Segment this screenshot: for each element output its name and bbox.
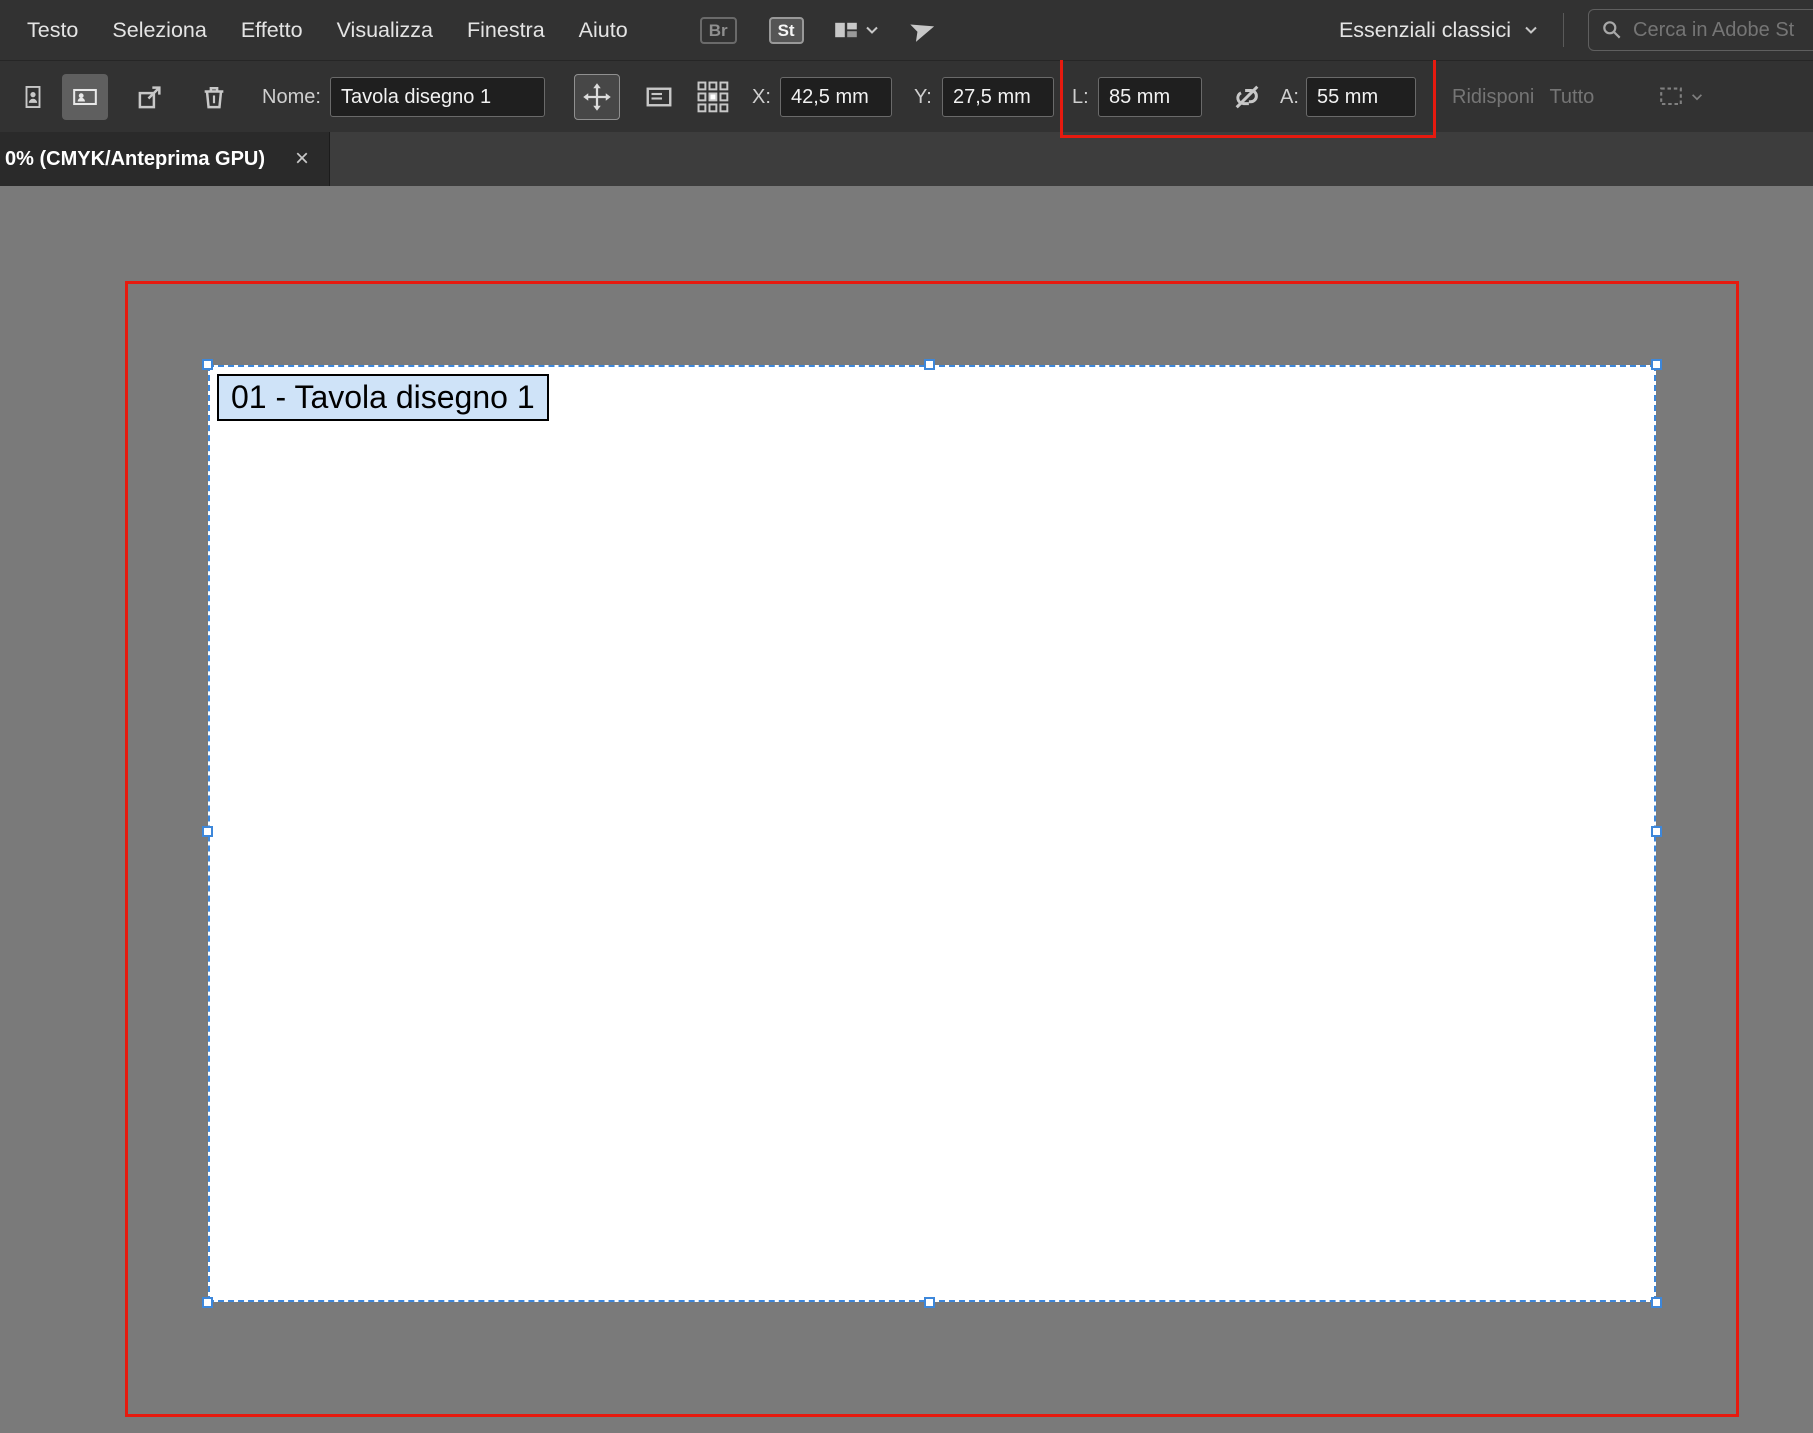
search-input[interactable]: [1633, 18, 1813, 42]
workspace-switcher[interactable]: Essenziali classici: [1339, 18, 1539, 43]
chevron-down-icon: [1691, 94, 1702, 101]
artboard[interactable]: 01 - Tavola disegno 1: [202, 359, 1662, 1308]
artboard-control-bar: Nome: Tavola disegno 1 X: 42,5 mm Y: 27,…: [0, 56, 1813, 138]
selection-handle-top-left[interactable]: [202, 359, 213, 370]
height-label: A:: [1280, 86, 1299, 108]
selection-handle-top-center[interactable]: [924, 359, 935, 370]
x-position-label: X:: [752, 86, 771, 108]
document-tab-bar: 0% (CMYK/Anteprima GPU) ×: [0, 132, 1813, 186]
artboard-name-tag[interactable]: 01 - Tavola disegno 1: [217, 374, 549, 421]
selection-handle-bottom-left[interactable]: [202, 1297, 213, 1308]
document-tab[interactable]: 0% (CMYK/Anteprima GPU) ×: [0, 132, 331, 186]
document-tab-title: 0% (CMYK/Anteprima GPU): [5, 147, 266, 170]
menu-effetto[interactable]: Effetto: [224, 0, 320, 60]
width-label: L:: [1072, 86, 1089, 108]
selection-handle-middle-right[interactable]: [1651, 825, 1662, 837]
menubar-divider: [1563, 13, 1564, 47]
document-layout-icon[interactable]: [834, 18, 880, 42]
menu-visualizza[interactable]: Visualizza: [320, 0, 450, 60]
constrain-proportions-broken-link-icon[interactable]: [1230, 80, 1264, 114]
illustrator-window: Testo Seleziona Effetto Visualizza Fines…: [0, 0, 1813, 1433]
adobe-stock-searchbox[interactable]: [1588, 9, 1813, 51]
menu-seleziona[interactable]: Seleziona: [95, 0, 223, 60]
artboard-options-icon[interactable]: [642, 80, 676, 114]
artboard-name-input[interactable]: [330, 77, 545, 117]
menu-finestra[interactable]: Finestra: [450, 0, 562, 60]
selection-handle-bottom-right[interactable]: [1651, 1297, 1662, 1308]
move-artwork-with-artboard-button[interactable]: [574, 74, 620, 120]
workspace-label: Essenziali classici: [1338, 17, 1511, 42]
height-input[interactable]: [1306, 77, 1416, 117]
y-position-label: Y:: [914, 86, 932, 108]
artboard-landscape-preset-button[interactable]: [62, 74, 108, 120]
selection-handle-top-right[interactable]: [1651, 359, 1662, 370]
artboard-name-label: Nome:: [262, 86, 321, 108]
menu-testo[interactable]: Testo: [10, 0, 95, 60]
selection-handle-bottom-center[interactable]: [924, 1297, 935, 1308]
rearrange-all-button: Ridisponi Tutto: [1452, 86, 1595, 108]
x-position-input[interactable]: [780, 77, 892, 117]
stock-badge[interactable]: St: [768, 16, 804, 44]
close-icon[interactable]: ×: [295, 147, 309, 171]
delete-artboard-trash-icon[interactable]: [198, 81, 230, 113]
artboard-portrait-preset-button[interactable]: [10, 74, 56, 120]
chevron-down-icon: [865, 26, 878, 34]
selection-handle-middle-left[interactable]: [202, 825, 213, 837]
canvas-area[interactable]: 01 - Tavola disegno 1: [0, 186, 1813, 1433]
menu-bar: Testo Seleziona Effetto Visualizza Fines…: [0, 0, 1813, 60]
chevron-down-icon: [1525, 26, 1537, 34]
width-input[interactable]: [1098, 77, 1202, 117]
share-icon[interactable]: [909, 17, 936, 43]
search-icon: [1603, 21, 1621, 39]
menu-aiuto[interactable]: Aiuto: [562, 0, 645, 60]
new-artboard-icon[interactable]: [134, 81, 166, 113]
reference-point-grid-icon[interactable]: [696, 80, 730, 114]
y-position-input[interactable]: [942, 77, 1054, 117]
bridge-badge[interactable]: Br: [699, 16, 737, 44]
arrange-artboards-icon: [1652, 79, 1708, 115]
